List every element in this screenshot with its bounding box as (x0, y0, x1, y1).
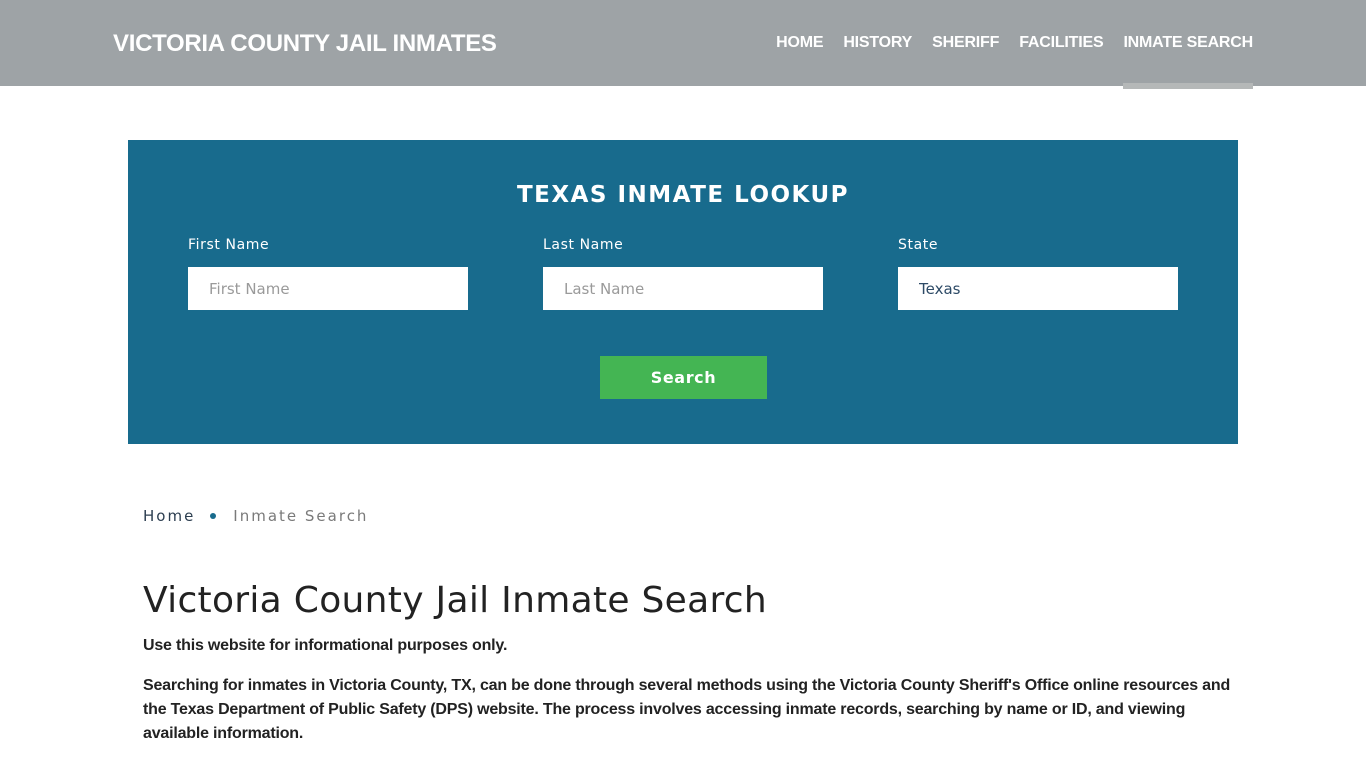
description-paragraph: Searching for inmates in Victoria County… (143, 677, 1231, 742)
lookup-title: TEXAS INMATE LOOKUP (516, 182, 849, 208)
last-name-group: Last Name (543, 237, 823, 310)
first-name-input[interactable] (188, 267, 468, 310)
first-name-group: First Name (188, 237, 468, 310)
breadcrumb-separator-dot-icon (210, 513, 217, 519)
site-header: VICTORIA COUNTY JAIL INMATES HOME HISTOR… (0, 0, 1366, 89)
inmate-lookup-panel: TEXAS INMATE LOOKUP First Name Last Name… (128, 140, 1238, 444)
nav-inmate-search[interactable]: INMATE SEARCH (1123, 0, 1253, 89)
state-group: State (898, 237, 1178, 310)
breadcrumb-current: Inmate Search (233, 507, 369, 525)
nav-sheriff[interactable]: SHERIFF (932, 0, 999, 86)
breadcrumb: Home Inmate Search (143, 507, 368, 525)
nav-history[interactable]: HISTORY (843, 0, 912, 86)
breadcrumb-home-link[interactable]: Home (143, 507, 195, 525)
first-name-label: First Name (188, 237, 270, 253)
state-label: State (898, 237, 939, 253)
page-title: Victoria County Jail Inmate Search (143, 580, 768, 621)
state-input[interactable] (898, 267, 1178, 310)
search-button[interactable]: Search (600, 356, 767, 399)
nav-facilities[interactable]: FACILITIES (1019, 0, 1103, 86)
last-name-label: Last Name (543, 237, 624, 253)
last-name-input[interactable] (543, 267, 823, 310)
intro-text: Use this website for informational purpo… (143, 637, 508, 654)
nav-home[interactable]: HOME (776, 0, 823, 86)
brand-logo-link[interactable]: VICTORIA COUNTY JAIL INMATES (113, 30, 497, 58)
main-nav: HOME HISTORY SHERIFF FACILITIES INMATE S… (756, 0, 1253, 89)
